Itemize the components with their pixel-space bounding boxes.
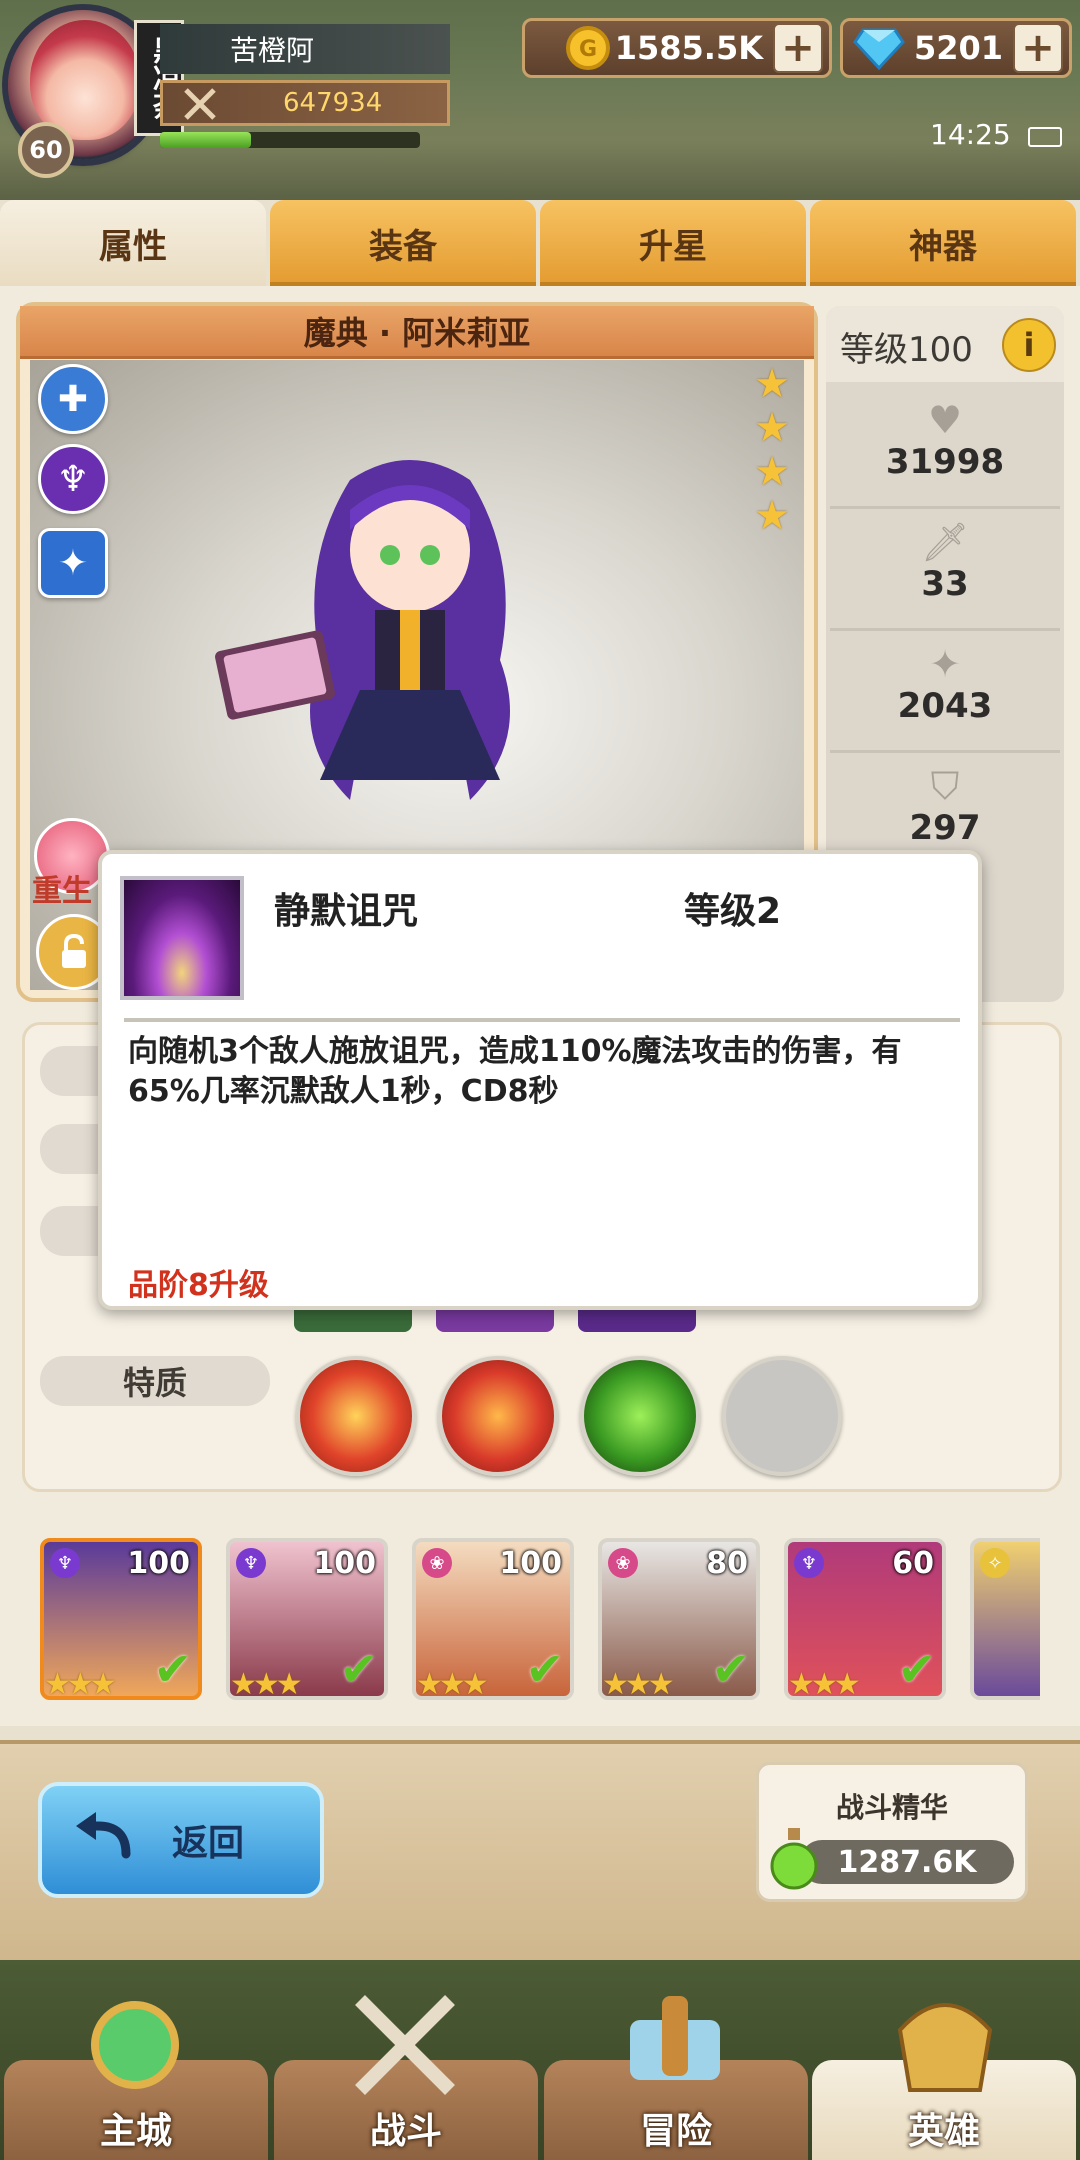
crossed-swords-nav-icon xyxy=(355,1995,455,2095)
sword-icon: 🗡 xyxy=(920,520,970,564)
hero-level: 等级100 xyxy=(840,330,973,370)
stat-hp: ♥ 31998 xyxy=(826,386,1064,504)
player-name: 苦橙阿 xyxy=(160,24,450,74)
svg-text:G: G xyxy=(579,37,597,62)
skill-name: 静默诅咒 xyxy=(274,891,419,932)
trait-shield-icon[interactable] xyxy=(438,1356,558,1476)
hero-card-level: 100 xyxy=(499,1546,562,1581)
castle-icon xyxy=(91,2001,179,2089)
class-yellow-icon: ✧ xyxy=(980,1548,1010,1578)
hero-card-stars: ★★★ xyxy=(602,1667,675,1702)
class-mage-icon[interactable]: ✦ xyxy=(38,528,108,598)
stat-magic: ✦ 2043 xyxy=(826,630,1064,748)
exp-bar-fill xyxy=(160,132,251,148)
hero-card-level: 80 xyxy=(706,1546,748,1581)
roster-row: ♆ 100 ★★★ ✔ ♆ 100 ★★★ ✔ ❀ 100 ★★★ ✔ ❀ 80… xyxy=(40,1538,1040,1702)
class-purple-icon: ♆ xyxy=(50,1548,80,1578)
info-button[interactable]: i xyxy=(1002,318,1056,372)
class-pink-icon: ❀ xyxy=(422,1548,452,1578)
hero-star: ★ xyxy=(754,449,790,495)
gold-value: 1585.5K xyxy=(614,29,763,67)
hero-star: ★ xyxy=(754,405,790,451)
gold-coin-icon: G xyxy=(566,26,610,70)
diamond-icon xyxy=(853,28,905,70)
hero-star: ★ xyxy=(754,361,790,407)
skill-description: 向随机3个敌人施放诅咒，造成110%魔法攻击的伤害，有65%几率沉默敌人1秒，C… xyxy=(128,1034,902,1109)
trait-skull-icon[interactable] xyxy=(580,1356,700,1476)
hero-card[interactable]: ♆ 60 ★★★ ✔ xyxy=(784,1538,946,1702)
checkmark-icon: ✔ xyxy=(711,1642,750,1696)
hero-card-stars: ★★★ xyxy=(788,1667,861,1702)
trait-empty-slot[interactable] xyxy=(722,1356,842,1476)
green-potion-icon xyxy=(770,1828,818,1890)
stat-defense-value: 297 xyxy=(909,808,981,848)
crossed-swords-icon xyxy=(184,88,216,120)
battery-icon xyxy=(1028,127,1062,147)
hero-model[interactable] xyxy=(200,440,620,860)
checkmark-icon: ✔ xyxy=(897,1642,936,1696)
battle-essence-title: 战斗精华 xyxy=(835,1791,948,1824)
hero-card-stars: ★★★ xyxy=(44,1667,117,1702)
unlock-glyph xyxy=(62,933,86,968)
stat-magic-value: 2043 xyxy=(897,686,993,726)
hero-card[interactable]: ♆ 100 ★★★ ✔ xyxy=(226,1538,388,1702)
hero-helmet-icon xyxy=(897,2003,993,2092)
shield-icon: ⛉ xyxy=(930,764,960,808)
hero-card-level: 60 xyxy=(892,1546,934,1581)
traits-label: 特质 xyxy=(40,1356,270,1406)
checkmark-icon: ✔ xyxy=(525,1642,564,1696)
add-gold-button[interactable]: + xyxy=(773,23,823,73)
hero-title: 魔典 · 阿米莉亚 xyxy=(20,306,814,359)
map-scroll-icon xyxy=(630,1996,720,2080)
hero-star: ★ xyxy=(754,493,790,539)
hero-tabs: 属性 装备 升星 神器 xyxy=(0,200,1080,286)
blade-icon: ✦ xyxy=(929,642,961,686)
stat-hp-value: 31998 xyxy=(885,442,1005,482)
status-time: 14:25 xyxy=(930,118,1011,151)
battle-essence-value: 1287.6K xyxy=(800,1840,1014,1884)
class-purple-icon: ♆ xyxy=(794,1548,824,1578)
hero-card[interactable]: ❀ 80 ★★★ ✔ xyxy=(598,1538,760,1702)
class-purple-icon: ♆ xyxy=(236,1548,266,1578)
heart-icon: ♥ xyxy=(927,398,963,442)
skill-silence-icon xyxy=(120,876,244,1000)
hero-card-stars: ★★★ xyxy=(416,1667,489,1702)
checkmark-icon: ✔ xyxy=(153,1642,192,1696)
gem-value: 5201 xyxy=(913,29,1003,67)
role-cross-icon[interactable]: ✚ xyxy=(38,364,108,434)
tab-attributes[interactable]: 属性 xyxy=(0,200,266,286)
tooltip-divider xyxy=(124,1018,960,1022)
back-arrow-icon xyxy=(76,1812,131,1859)
hero-card-level: 100 xyxy=(313,1546,376,1581)
hero-card-level: 100 xyxy=(127,1546,190,1581)
class-pink-icon: ❀ xyxy=(608,1548,638,1578)
faction-dark-icon[interactable]: ♆ xyxy=(38,444,108,514)
tab-star-up[interactable]: 升星 xyxy=(540,200,806,286)
tab-artifact[interactable]: 神器 xyxy=(810,200,1076,286)
skill-level: 等级2 xyxy=(684,891,782,932)
hero-card-stars: ★★★ xyxy=(230,1667,303,1702)
hero-card[interactable]: ❀ 100 ★★★ ✔ xyxy=(412,1538,574,1702)
gem-resource: 5201 + xyxy=(840,18,1072,78)
skill-requirement: 品阶8升级 xyxy=(128,1268,269,1303)
trait-fire-icon[interactable] xyxy=(296,1356,416,1476)
stat-attack-value: 33 xyxy=(921,564,969,604)
checkmark-icon: ✔ xyxy=(339,1642,378,1696)
hero-card[interactable]: ♆ 100 ★★★ ✔ xyxy=(40,1538,202,1702)
gold-resource: G 1585.5K + xyxy=(522,18,832,78)
hero-card-partial[interactable]: ✧ xyxy=(970,1538,1040,1700)
add-gems-button[interactable]: + xyxy=(1013,23,1063,73)
hero-roster: ♆ 100 ★★★ ✔ ♆ 100 ★★★ ✔ ❀ 100 ★★★ ✔ ❀ 80… xyxy=(40,1538,1040,1708)
tab-equipment[interactable]: 装备 xyxy=(270,200,536,286)
stat-attack: 🗡 33 xyxy=(826,508,1064,626)
player-level-badge: 60 xyxy=(18,122,74,178)
rebirth-label: 重生 xyxy=(32,874,92,909)
exp-bar xyxy=(160,132,420,148)
